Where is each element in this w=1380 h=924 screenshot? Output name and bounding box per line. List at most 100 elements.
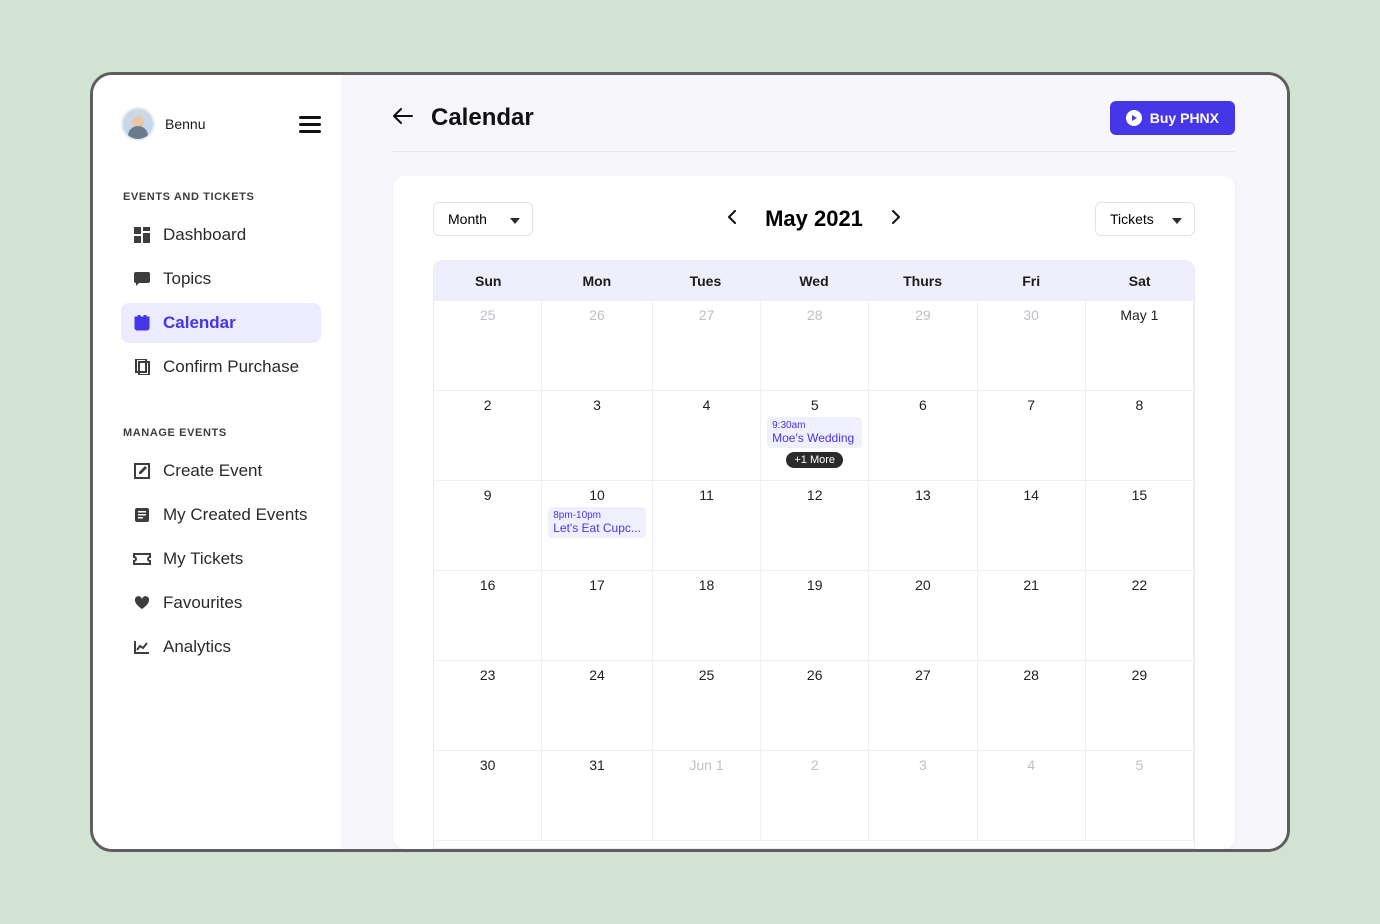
date-number: 5	[767, 397, 862, 413]
date-number: 25	[659, 667, 754, 683]
calendar-cell[interactable]: 6	[869, 391, 977, 481]
date-number: 25	[440, 307, 535, 323]
calendar-cell[interactable]: 108pm-10pmLet's Eat Cupc...	[542, 481, 653, 571]
sidebar-item-create-event[interactable]: Create Event	[121, 451, 321, 491]
calendar-cell[interactable]: 12	[761, 481, 869, 571]
sidebar-item-label: Analytics	[163, 637, 231, 657]
calendar-cell[interactable]: 3	[542, 391, 653, 481]
date-number: 28	[767, 307, 862, 323]
buy-phnx-label: Buy PHNX	[1150, 110, 1219, 126]
calendar-cell[interactable]: 21	[978, 571, 1086, 661]
calendar-cell[interactable]: 25	[434, 301, 542, 391]
calendar-cell[interactable]: 2	[434, 391, 542, 481]
calendar-cell[interactable]: May 1	[1086, 301, 1194, 391]
date-number: 29	[875, 307, 970, 323]
calendar-cell[interactable]: 14	[978, 481, 1086, 571]
app-window: Bennu EVENTS AND TICKETS DashboardTopics…	[90, 72, 1290, 852]
date-number: 28	[984, 667, 1079, 683]
calendar-cell[interactable]: 18	[653, 571, 761, 661]
calendar-cell[interactable]: 5	[1086, 751, 1194, 841]
play-circle-icon	[1126, 110, 1142, 126]
date-number: 31	[548, 757, 646, 773]
calendar-event[interactable]: 8pm-10pmLet's Eat Cupc...	[548, 507, 646, 538]
calendar-cell[interactable]: 5 9:30amMoe's Wedding +1 More	[761, 391, 869, 481]
calendar-cell[interactable]: 8	[1086, 391, 1194, 481]
calendar-cell[interactable]: 29	[869, 301, 977, 391]
analytics-icon	[133, 638, 151, 656]
date-number: 18	[659, 577, 754, 593]
view-selector-value: Month	[448, 211, 487, 227]
ticket-icon	[133, 550, 151, 568]
calendar-cell[interactable]: 27	[869, 661, 977, 751]
calendar-event[interactable]: 9:30amMoe's Wedding	[767, 417, 862, 448]
calendar-cell[interactable]: 22	[1086, 571, 1194, 661]
profile[interactable]: Bennu	[121, 107, 205, 141]
sidebar-item-analytics[interactable]: Analytics	[121, 627, 321, 667]
date-number: 2	[767, 757, 862, 773]
heart-icon	[133, 594, 151, 612]
calendar-cell[interactable]: 2	[761, 751, 869, 841]
sidebar-item-topics[interactable]: Topics	[121, 259, 321, 299]
calendar-cell[interactable]: 28	[978, 661, 1086, 751]
back-arrow-icon[interactable]	[393, 107, 413, 130]
sidebar-item-label: My Created Events	[163, 505, 308, 525]
date-number: 30	[984, 307, 1079, 323]
avatar	[121, 107, 155, 141]
period-nav: May 2021	[721, 206, 907, 232]
date-number: 16	[440, 577, 535, 593]
calendar-cell[interactable]: 17	[542, 571, 653, 661]
calendar-cell[interactable]: 29	[1086, 661, 1194, 751]
menu-toggle[interactable]	[299, 116, 321, 133]
buy-phnx-button[interactable]: Buy PHNX	[1110, 101, 1235, 135]
calendar-cell[interactable]: 3	[869, 751, 977, 841]
calendar-cell[interactable]: 11	[653, 481, 761, 571]
sidebar-item-confirm-purchase[interactable]: Confirm Purchase	[121, 347, 321, 387]
day-header: Thurs	[868, 261, 977, 301]
calendar-cell[interactable]: 30	[434, 751, 542, 841]
event-title: Let's Eat Cupc...	[553, 521, 641, 535]
calendar-cell[interactable]: 25	[653, 661, 761, 751]
calendar-cell[interactable]: 4	[978, 751, 1086, 841]
filter-selector[interactable]: Tickets	[1095, 202, 1195, 236]
event-time: 8pm-10pm	[553, 510, 641, 521]
calendar-cell[interactable]: 9	[434, 481, 542, 571]
calendar-cell[interactable]: 24	[542, 661, 653, 751]
date-number: 23	[440, 667, 535, 683]
calendar-cell[interactable]: 28	[761, 301, 869, 391]
sidebar-item-my-created-events[interactable]: My Created Events	[121, 495, 321, 535]
page-title: Calendar	[431, 104, 534, 132]
sidebar-item-calendar[interactable]: Calendar	[121, 303, 321, 343]
next-month-button[interactable]	[885, 206, 907, 232]
date-number: Jun 1	[659, 757, 754, 773]
calendar-cell[interactable]: 30	[978, 301, 1086, 391]
calendar-cell[interactable]: 13	[869, 481, 977, 571]
more-events-pill[interactable]: +1 More	[786, 452, 843, 468]
date-number: 6	[875, 397, 970, 413]
view-selector[interactable]: Month	[433, 202, 533, 236]
date-number: 17	[548, 577, 646, 593]
calendar-icon	[133, 314, 151, 332]
sidebar-item-my-tickets[interactable]: My Tickets	[121, 539, 321, 579]
filter-selector-value: Tickets	[1110, 211, 1154, 227]
calendar-cell[interactable]: Jun 1	[653, 751, 761, 841]
calendar-cell[interactable]: 19	[761, 571, 869, 661]
calendar-cell[interactable]: 26	[761, 661, 869, 751]
calendar-cell[interactable]: 23	[434, 661, 542, 751]
calendar-cell[interactable]: 7	[978, 391, 1086, 481]
calendar-cell[interactable]: 31	[542, 751, 653, 841]
date-number: 3	[548, 397, 646, 413]
sidebar-item-favourites[interactable]: Favourites	[121, 583, 321, 623]
prev-month-button[interactable]	[721, 206, 743, 232]
calendar-cell[interactable]: 4	[653, 391, 761, 481]
day-header: Tues	[651, 261, 760, 301]
date-number: 8	[1092, 397, 1187, 413]
list-icon	[133, 506, 151, 524]
calendar-grid: SunMonTuesWedThursFriSat 252627282930May…	[433, 260, 1195, 849]
calendar-cell[interactable]: 26	[542, 301, 653, 391]
calendar-cell[interactable]: 20	[869, 571, 977, 661]
calendar-cell[interactable]: 16	[434, 571, 542, 661]
calendar-cell[interactable]: 15	[1086, 481, 1194, 571]
calendar-cell[interactable]: 27	[653, 301, 761, 391]
sidebar-item-dashboard[interactable]: Dashboard	[121, 215, 321, 255]
day-header: Mon	[543, 261, 652, 301]
